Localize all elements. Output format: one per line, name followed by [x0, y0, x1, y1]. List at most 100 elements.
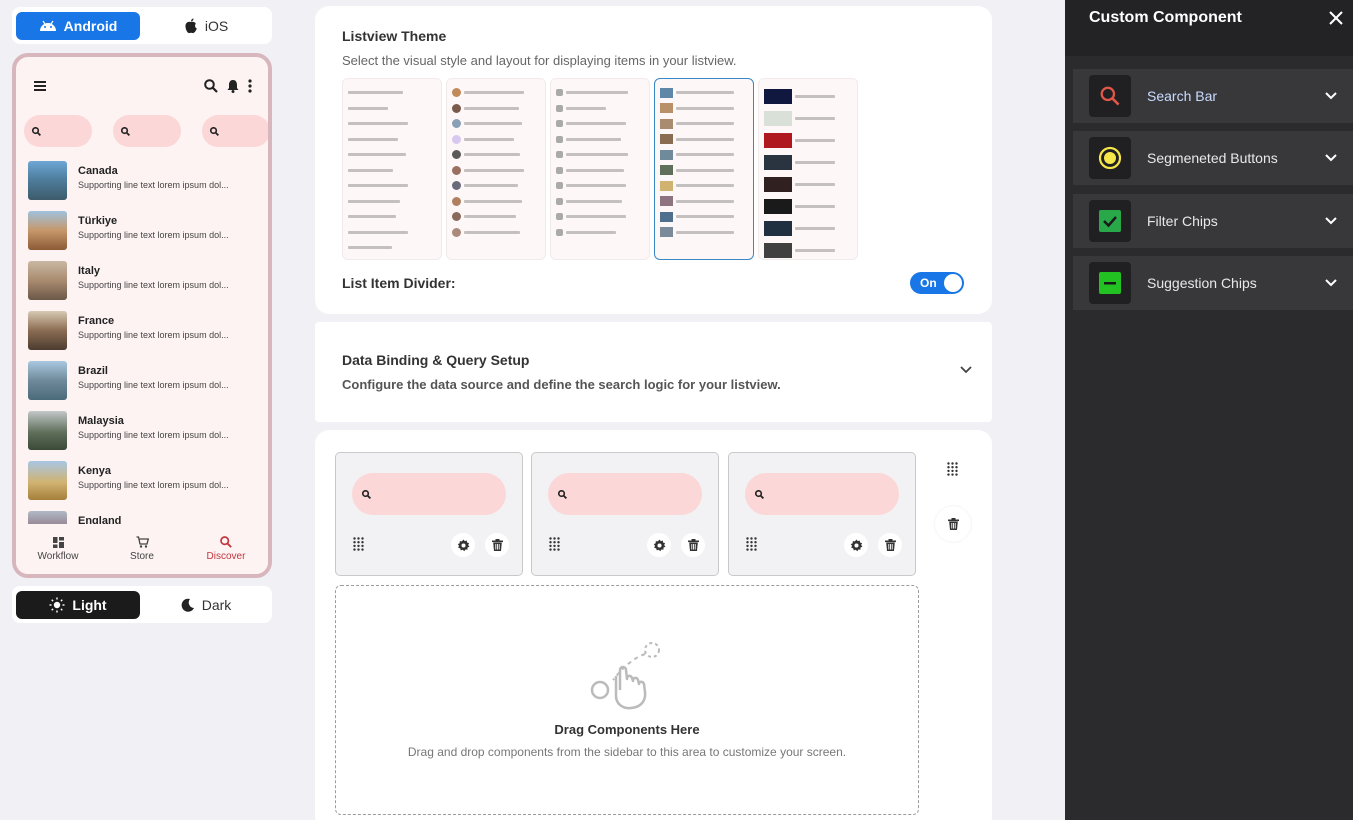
list-item[interactable]: Canada Supporting line text lorem ipsum d… [16, 161, 268, 211]
component-item-search-bar[interactable]: Search Bar [1073, 69, 1353, 123]
thumbnail-image [28, 211, 67, 250]
listview-theme-subtitle: Select the visual style and layout for d… [342, 53, 737, 68]
theme-option-text[interactable] [342, 78, 442, 260]
chevron-down-icon[interactable] [1325, 154, 1337, 162]
delete-row-button[interactable] [935, 506, 971, 542]
row-drag-handle-icon[interactable] [947, 462, 958, 476]
list-item-subtitle: Supporting line text lorem ipsum dol... [78, 480, 229, 490]
list-item[interactable]: Italy Supporting line text lorem ipsum do… [16, 261, 268, 311]
search-icon [1100, 86, 1120, 106]
light-mode-button[interactable]: Light [16, 590, 140, 619]
minus-box-icon-box [1089, 262, 1131, 304]
menu-icon[interactable] [34, 81, 46, 91]
list-item-title: Brazil [78, 365, 108, 377]
thumbnail-image [28, 511, 67, 525]
search-bar-slot[interactable] [728, 452, 916, 576]
phone-search-chips [24, 115, 268, 151]
trash-icon [947, 518, 959, 530]
list-item-title: Malaysia [78, 415, 124, 427]
list-item-title: Türkiye [78, 215, 118, 227]
settings-button[interactable] [647, 533, 671, 557]
close-icon[interactable] [1329, 11, 1343, 25]
list-item[interactable]: England [16, 511, 268, 525]
search-bar-slot[interactable] [531, 452, 719, 576]
search-icon [210, 126, 219, 136]
component-item-suggestion-chips[interactable]: Suggestion Chips [1073, 256, 1353, 310]
search-bar-slot[interactable] [335, 452, 523, 576]
list-divider-switch[interactable]: On [910, 272, 964, 294]
component-item-segmented-buttons[interactable]: Segmeneted Buttons [1073, 131, 1353, 185]
search-icon[interactable] [204, 79, 218, 93]
component-label-segmented-buttons: Segmeneted Buttons [1147, 150, 1278, 166]
minus-box-icon [1099, 272, 1121, 294]
phone-search-chip[interactable] [202, 115, 268, 147]
drag-handle-icon[interactable] [549, 537, 560, 551]
checkbox-icon-box [1089, 200, 1131, 242]
settings-button[interactable] [451, 533, 475, 557]
drag-gesture-icon [590, 642, 660, 710]
drop-zone-title: Drag Components Here [554, 722, 700, 737]
list-item-subtitle: Supporting line text lorem ipsum dol... [78, 280, 229, 290]
phone-preview: Canada Supporting line text lorem ipsum d… [12, 53, 272, 578]
drop-zone-subtitle: Drag and drop components from the sideba… [407, 745, 847, 759]
drop-zone[interactable]: Drag Components Here Drag and drop compo… [335, 585, 919, 815]
nav-item-discover[interactable]: Discover [184, 524, 268, 574]
nav-item-workflow[interactable]: Workflow [16, 524, 100, 574]
chevron-down-icon[interactable] [960, 366, 972, 374]
cart-icon [136, 536, 149, 548]
settings-button[interactable] [844, 533, 868, 557]
platform-toggle: Android iOS [12, 7, 272, 44]
list-item[interactable]: France Supporting line text lorem ipsum d… [16, 311, 268, 361]
thumbnail-image [28, 361, 67, 400]
panel-header: Custom Component [1065, 0, 1353, 56]
theme-toggle: Light Dark [12, 586, 272, 623]
listview-theme-title: Listview Theme [342, 28, 447, 44]
theme-option-thumbnail[interactable] [654, 78, 754, 260]
list-item[interactable]: Türkiye Supporting line text lorem ipsum … [16, 211, 268, 261]
theme-option-video[interactable] [758, 78, 858, 260]
list-item[interactable]: Kenya Supporting line text lorem ipsum do… [16, 461, 268, 511]
phone-bottom-nav: Workflow Store Discover [16, 524, 268, 574]
list-item-title: France [78, 315, 115, 327]
ios-label: iOS [204, 17, 229, 34]
delete-button[interactable] [681, 533, 705, 557]
android-button[interactable]: Android [16, 11, 140, 40]
gear-icon [850, 538, 862, 551]
chevron-down-icon[interactable] [1325, 217, 1337, 225]
more-vert-icon[interactable] [248, 79, 252, 93]
nav-item-store[interactable]: Store [100, 524, 184, 574]
theme-options [342, 78, 858, 260]
theme-option-icon[interactable] [550, 78, 650, 260]
search-icon-box [1089, 75, 1131, 117]
panel-title: Custom Component [1089, 9, 1242, 26]
delete-button[interactable] [878, 533, 902, 557]
nav-label-store: Store [130, 551, 154, 562]
chevron-down-icon[interactable] [1325, 92, 1337, 100]
dark-mode-button[interactable]: Dark [144, 591, 268, 619]
theme-option-avatar[interactable] [446, 78, 546, 260]
component-item-filter-chips[interactable]: Filter Chips [1073, 194, 1353, 248]
phone-search-chip[interactable] [113, 115, 181, 147]
drag-handle-icon[interactable] [746, 537, 757, 551]
data-binding-card[interactable]: Data Binding & Query Setup Configure the… [315, 322, 992, 422]
delete-button[interactable] [485, 533, 509, 557]
android-label: Android [63, 17, 118, 34]
checkbox-icon [1099, 210, 1121, 232]
list-item[interactable]: Malaysia Supporting line text lorem ipsum… [16, 411, 268, 461]
chevron-down-icon[interactable] [1325, 279, 1337, 287]
search-icon [558, 489, 567, 499]
thumbnail-image [28, 261, 67, 300]
component-label-filter-chips: Filter Chips [1147, 213, 1218, 229]
search-icon [32, 126, 41, 136]
phone-list: Canada Supporting line text lorem ipsum d… [16, 161, 268, 525]
trash-icon [687, 539, 699, 551]
search-icon [362, 489, 371, 499]
component-label-suggestion-chips: Suggestion Chips [1147, 275, 1257, 291]
nav-label-discover: Discover [206, 551, 246, 562]
phone-search-chip[interactable] [24, 115, 92, 147]
list-item[interactable]: Brazil Supporting line text lorem ipsum d… [16, 361, 268, 411]
bell-icon[interactable] [227, 79, 239, 93]
list-item-title: Kenya [78, 465, 112, 477]
drag-handle-icon[interactable] [353, 537, 364, 551]
ios-button[interactable]: iOS [144, 12, 268, 40]
